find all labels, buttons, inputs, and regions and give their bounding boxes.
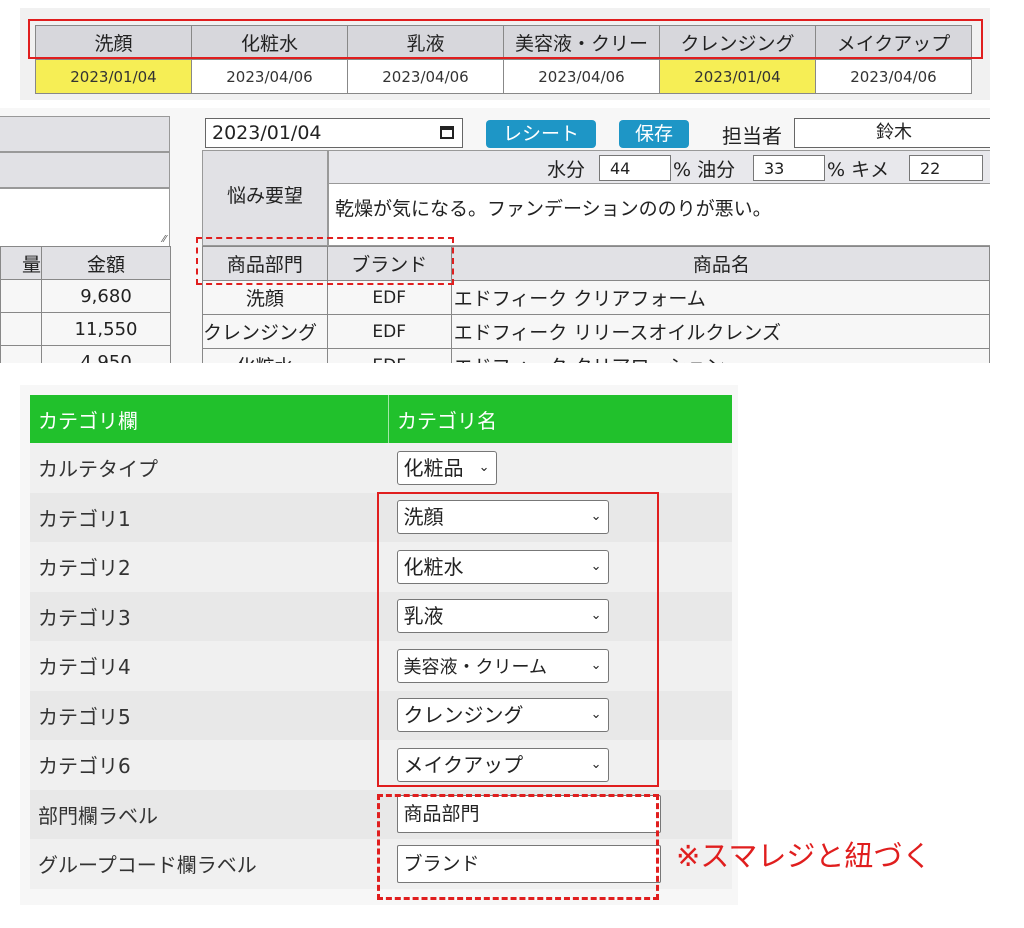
category-date: 2023/04/06 [503,59,660,94]
amount-cell: 11,550 [41,312,171,346]
oil-input[interactable]: 33 [753,155,825,181]
left-pane-box [0,152,170,188]
amount-cell: 9,680 [41,279,171,313]
staff-input[interactable]: 鈴木 [794,118,990,148]
product-name-cell: エドフィーク クリアフォーム [450,280,990,315]
table-cell [0,312,42,346]
dept-cell: 化粧水 [202,348,328,363]
dept-cell: 洗顔 [202,280,328,315]
partial-column-header: 量 [0,246,42,280]
category-date-highlighted: 2023/01/04 [659,59,816,94]
category-label: カテゴリ3 [30,591,389,641]
save-button[interactable]: 保存 [619,120,689,148]
highlight-box-dept-brand-headers [196,237,454,285]
category-label: カテゴリ1 [30,492,389,542]
group-code-field-label: グループコード欄ラベル [30,839,389,889]
staff-label: 担当者 [722,124,782,148]
calendar-icon[interactable] [440,126,454,139]
table-row[interactable]: 化粧水 EDF エドフィーク クリアローション [202,348,990,363]
chevron-down-icon: ⌄ [478,459,490,475]
chart-type-label: カルテタイプ [30,443,389,493]
product-name-cell: エドフィーク クリアローション [450,348,990,363]
oil-label: % 油分 [673,159,736,181]
left-pane-textarea[interactable]: ⁄⁄ [0,188,170,248]
amount-header: 金額 [41,246,171,280]
highlight-box-category-selects [377,492,659,787]
table-cell [0,345,42,363]
settings-row: カルテタイプ 化粧品 ⌄ [30,443,732,493]
category-date: 2023/04/06 [191,59,348,94]
visit-date-value: 2023/01/04 [212,122,322,144]
left-pane-box [0,116,170,152]
category-label: カテゴリ4 [30,641,389,691]
record-form-panel: ⁄⁄ 量 金額 9,680 11,550 4,950 商品部門 ブランド 商品名… [0,108,990,363]
highlight-box-label-inputs [377,794,659,900]
skin-measurement-row: 水分 44 % 油分 33 % キメ 22 [328,150,990,184]
concern-label-cell: 悩み要望 [202,150,328,246]
product-name-header: 商品名 [450,246,990,281]
brand-cell: EDF [326,348,452,363]
concern-label: 悩み要望 [226,185,303,207]
visit-date-input[interactable]: 2023/01/04 [205,118,463,148]
brand-cell: EDF [326,280,452,315]
table-row[interactable]: 洗顔 EDF エドフィーク クリアフォーム [202,280,990,315]
table-row[interactable]: クレンジング EDF エドフィーク リリースオイルクレンズ [202,314,990,349]
category-label: カテゴリ2 [30,542,389,592]
category-date: 2023/04/06 [347,59,504,94]
highlight-box-category-headers [28,19,983,59]
receipt-button[interactable]: レシート [486,120,596,148]
concern-text: 乾燥が気になる。ファンデーションののりが悪い。 [335,198,772,220]
smaregi-link-annotation: ※スマレジと紐づく [676,839,932,873]
amount-cell: 4,950 [41,345,171,363]
amount-table: 量 金額 9,680 11,550 4,950 [0,246,171,363]
category-name-header: カテゴリ名 [388,395,732,443]
table-cell [0,279,42,313]
product-name-cell: エドフィーク リリースオイルクレンズ [450,314,990,349]
texture-label: % キメ [827,159,890,181]
moisture-label: 水分 [547,159,586,181]
dept-field-label: 部門欄ラベル [30,789,389,839]
category-label: カテゴリ5 [30,690,389,740]
dept-cell: クレンジング [202,314,328,349]
moisture-input[interactable]: 44 [599,155,671,181]
category-field-header: カテゴリ欄 [30,395,389,443]
category-date: 2023/04/06 [815,59,972,94]
texture-input[interactable]: 22 [909,155,983,181]
category-date-highlighted: 2023/01/04 [35,59,192,94]
chart-type-select[interactable]: 化粧品 ⌄ [396,450,497,485]
chart-type-value: 化粧品 [403,455,464,480]
resize-grip-icon[interactable]: ⁄⁄ [163,234,166,245]
brand-cell: EDF [326,314,452,349]
category-label: カテゴリ6 [30,740,389,790]
